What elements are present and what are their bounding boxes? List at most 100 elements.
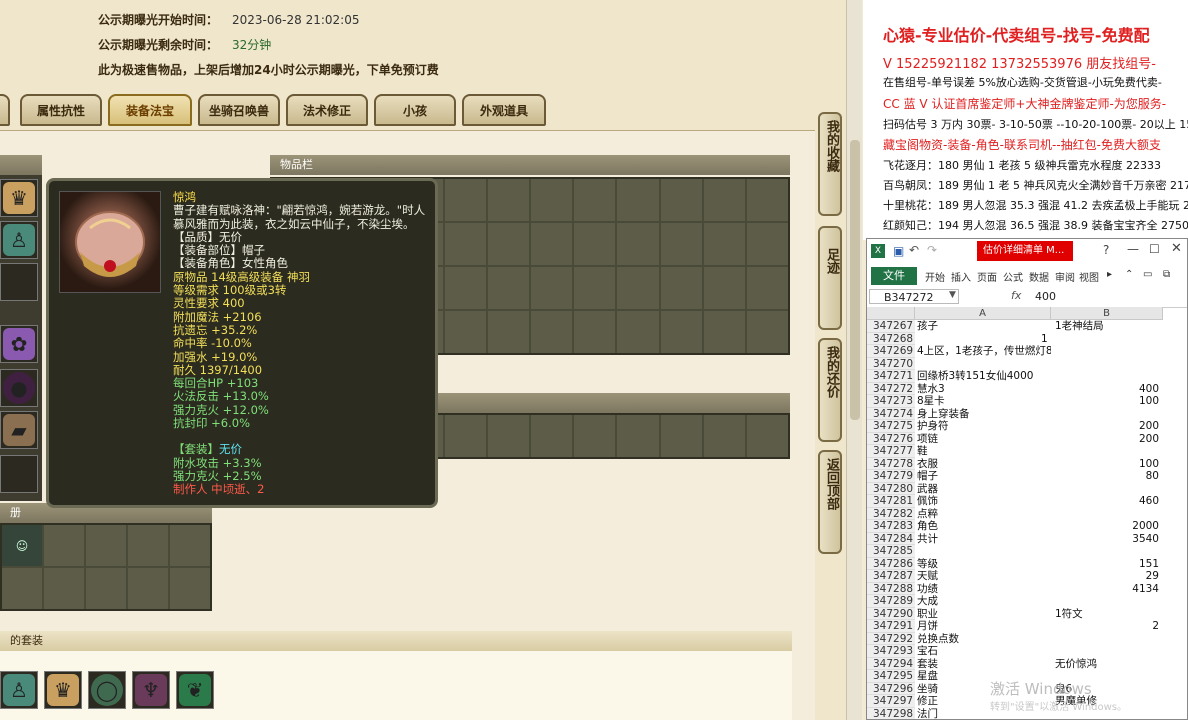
item-cell[interactable]: [574, 223, 616, 265]
select-all-corner[interactable]: [867, 307, 915, 320]
row-number[interactable]: 347269: [867, 345, 915, 358]
cell-b[interactable]: 200: [1051, 420, 1163, 433]
item-cell[interactable]: [487, 267, 529, 309]
book-cell[interactable]: [86, 525, 126, 566]
col-header-b[interactable]: B: [1051, 307, 1163, 320]
cell-a[interactable]: 鞋: [915, 445, 1051, 458]
item-cell[interactable]: [574, 179, 616, 221]
tab-equipment[interactable]: 装备法宝: [108, 94, 192, 126]
item-cell[interactable]: [703, 267, 745, 309]
tab-appearance[interactable]: 外观道具: [462, 94, 546, 126]
cell-a[interactable]: 佩饰: [915, 495, 1051, 508]
cell-a[interactable]: 功绩: [915, 583, 1051, 596]
item-cell[interactable]: [487, 311, 529, 353]
book-cell[interactable]: [128, 525, 168, 566]
item-cell[interactable]: [531, 311, 573, 353]
window-icon[interactable]: ▭: [1143, 269, 1152, 280]
item-cell[interactable]: [660, 179, 702, 221]
row-number[interactable]: 347296: [867, 682, 915, 695]
equip-slot-weapon[interactable]: ✿: [0, 325, 38, 363]
item-cell[interactable]: [487, 179, 529, 221]
item-cell[interactable]: [531, 267, 573, 309]
item-cell[interactable]: [531, 179, 573, 221]
cell-b[interactable]: 200: [1051, 433, 1163, 446]
row-number[interactable]: 347286: [867, 557, 915, 570]
cell-a[interactable]: 共计: [915, 533, 1051, 546]
row-number[interactable]: 347276: [867, 432, 915, 445]
item-cell[interactable]: [444, 179, 486, 221]
formula-input[interactable]: 400: [1035, 290, 1056, 303]
cell-b[interactable]: 100: [1051, 395, 1163, 408]
item-cell[interactable]: [703, 223, 745, 265]
cell-a[interactable]: 回缘桥3转151女仙4000: [915, 370, 1051, 383]
set-item-2[interactable]: ♛: [44, 671, 82, 709]
cell-a[interactable]: 4上区，1老孩子，传世燃灯8级105宝石，装备齐全: [915, 345, 1051, 358]
cell-a[interactable]: 兑换点数: [915, 633, 1051, 646]
item-cell[interactable]: [444, 223, 486, 265]
equip-slot-ring[interactable]: ●: [0, 369, 38, 407]
cell-a[interactable]: 等级: [915, 558, 1051, 571]
cell-b[interactable]: 1符文: [1051, 608, 1163, 621]
equip-slot-empty[interactable]: [0, 263, 38, 301]
cell-a[interactable]: 点粹: [915, 508, 1051, 521]
cell-a[interactable]: 职业: [915, 608, 1051, 621]
cell-a[interactable]: 大成: [915, 595, 1051, 608]
cell-b[interactable]: 2000: [1051, 520, 1163, 533]
item-cell[interactable]: [617, 223, 659, 265]
item-cell[interactable]: [660, 223, 702, 265]
row-number[interactable]: 347275: [867, 420, 915, 433]
cell-a[interactable]: 8星卡: [915, 395, 1051, 408]
item-cell[interactable]: [487, 415, 529, 457]
my-counteroffer-button[interactable]: 我的还价: [818, 338, 842, 442]
item-cell[interactable]: [746, 267, 788, 309]
item-cell[interactable]: [703, 311, 745, 353]
equip-slot-clothes[interactable]: ♙: [0, 221, 38, 259]
set-item-1[interactable]: ♙: [0, 671, 38, 709]
minimize-ribbon-icon[interactable]: ⌃: [1125, 269, 1133, 280]
item-cell[interactable]: [746, 223, 788, 265]
cell-b[interactable]: 2: [1051, 620, 1163, 633]
row-number[interactable]: 347294: [867, 657, 915, 670]
back-to-top-button[interactable]: 返回顶部: [818, 450, 842, 554]
footprints-button[interactable]: 足迹: [818, 226, 842, 330]
row-number[interactable]: 347274: [867, 407, 915, 420]
item-cell[interactable]: [746, 179, 788, 221]
item-cell[interactable]: [487, 223, 529, 265]
cell-b[interactable]: 100: [1051, 458, 1163, 471]
item-cell[interactable]: [617, 267, 659, 309]
ribbon-tab-review[interactable]: 审阅: [1055, 269, 1075, 284]
restore-icon[interactable]: ⧉: [1163, 269, 1170, 280]
cell-a[interactable]: 身上穿装备: [915, 408, 1051, 421]
item-cell[interactable]: [660, 267, 702, 309]
set-item-3[interactable]: ◯: [88, 671, 126, 709]
page-scrollbar[interactable]: [846, 0, 862, 720]
file-tab[interactable]: 文件: [871, 267, 917, 285]
tab-attributes[interactable]: 属性抗性: [20, 94, 102, 126]
row-number[interactable]: 347289: [867, 595, 915, 608]
cell-a[interactable]: 衣服: [915, 458, 1051, 471]
redo-icon[interactable]: ↷: [927, 243, 937, 257]
row-number[interactable]: 347298: [867, 707, 915, 719]
cell-b[interactable]: 400: [1051, 383, 1163, 396]
book-cell[interactable]: [170, 525, 210, 566]
row-number[interactable]: 347278: [867, 457, 915, 470]
cell-b[interactable]: 1: [1041, 333, 1153, 346]
item-cell[interactable]: [574, 415, 616, 457]
cell-a[interactable]: 护身符: [915, 420, 1051, 433]
cell-b[interactable]: 29: [1051, 570, 1163, 583]
cell-a[interactable]: 套装: [915, 658, 1051, 671]
row-number[interactable]: 347271: [867, 370, 915, 383]
cell-a[interactable]: 宝石: [915, 645, 1051, 658]
book-cell[interactable]: [86, 568, 126, 609]
ribbon-more-icon[interactable]: ▸: [1107, 269, 1112, 280]
ribbon-tab-formula[interactable]: 公式: [1003, 269, 1023, 284]
row-number[interactable]: 347290: [867, 607, 915, 620]
row-number[interactable]: 347287: [867, 570, 915, 583]
ribbon-tab-data[interactable]: 数据: [1029, 269, 1049, 284]
cell-a[interactable]: 角色: [915, 520, 1051, 533]
row-number[interactable]: 347277: [867, 445, 915, 458]
set-item-4[interactable]: ♆: [132, 671, 170, 709]
item-cell[interactable]: [444, 415, 486, 457]
item-cell[interactable]: [660, 415, 702, 457]
name-box-dropdown-icon[interactable]: ▼: [949, 290, 956, 300]
